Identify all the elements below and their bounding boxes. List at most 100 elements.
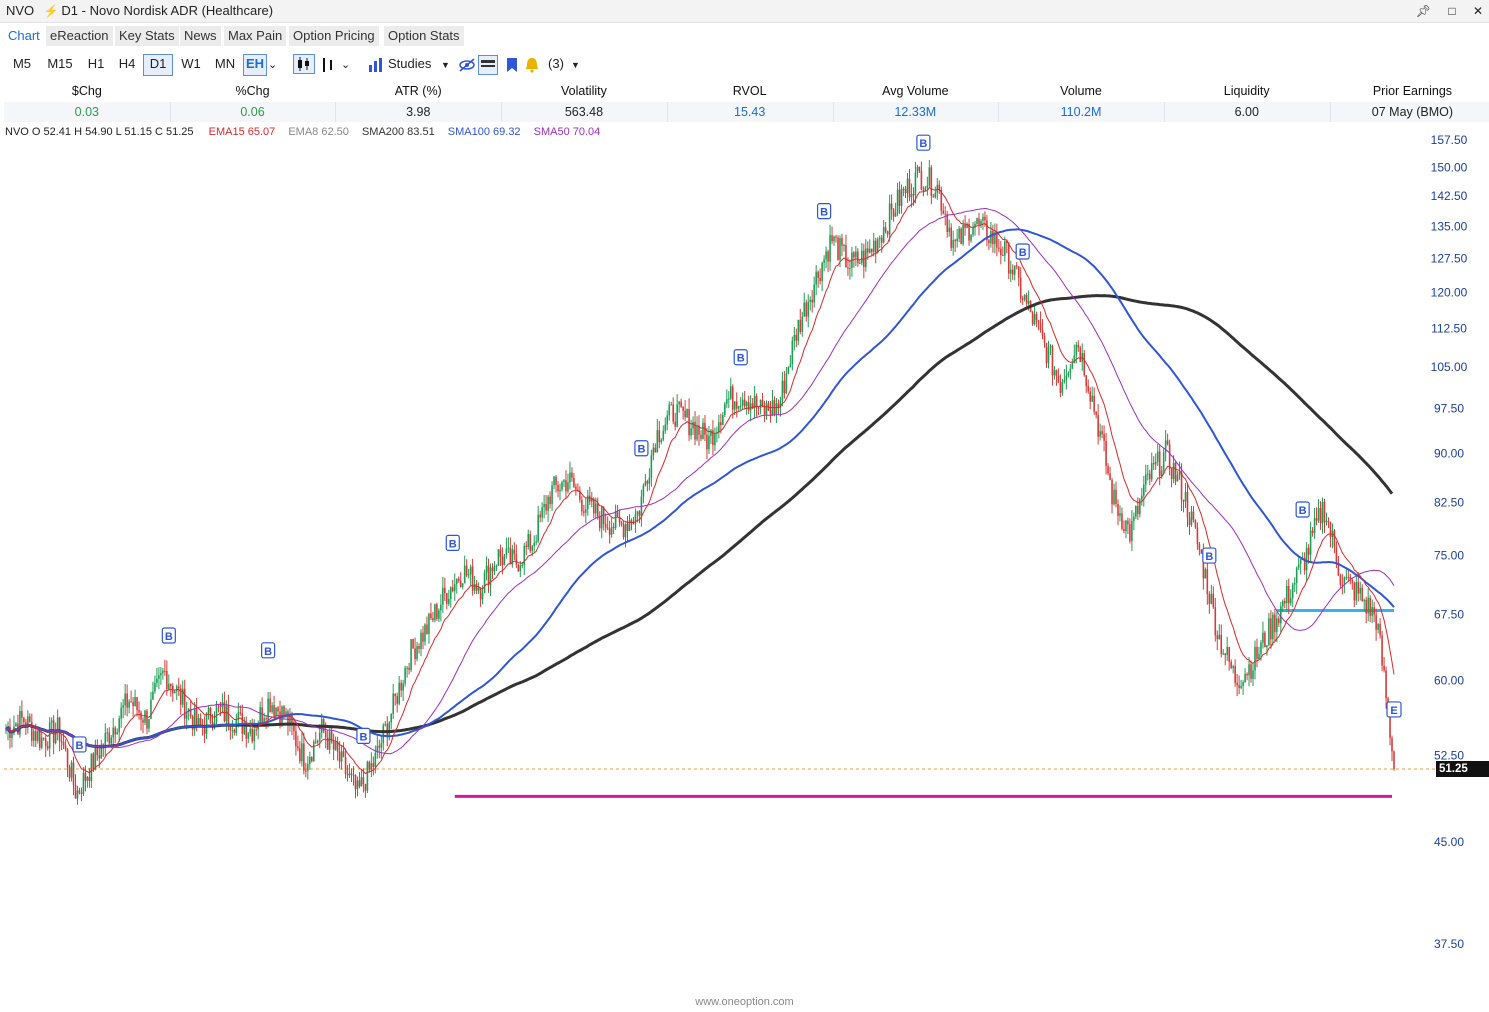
candle-body xyxy=(21,710,23,718)
candle-body xyxy=(775,403,778,415)
candle-body xyxy=(853,252,855,258)
candle-body xyxy=(1119,513,1121,516)
candle-body xyxy=(596,503,599,517)
candle-body xyxy=(1023,295,1026,300)
candle-body xyxy=(346,773,349,776)
price-tick-label: 150.00 xyxy=(1431,160,1468,174)
candle-body xyxy=(668,404,671,416)
candle-body xyxy=(1113,489,1115,505)
candle-body xyxy=(837,237,839,260)
candle-body xyxy=(652,447,655,456)
candle-body xyxy=(531,546,534,551)
candle-body xyxy=(1339,575,1342,585)
candle-body xyxy=(74,784,77,799)
buy-signal-label: B xyxy=(165,631,173,643)
candle-body xyxy=(227,705,230,726)
candle-body xyxy=(156,678,158,684)
candle-body xyxy=(906,178,909,194)
candle-body xyxy=(676,404,678,427)
candle-body xyxy=(1166,440,1169,445)
candle-body xyxy=(904,188,907,194)
candle-body xyxy=(823,259,825,263)
candle-body xyxy=(1021,298,1024,300)
candle-body xyxy=(1369,597,1371,616)
candle-body xyxy=(805,302,808,317)
candle-body xyxy=(561,482,563,490)
candle-body xyxy=(408,667,410,670)
candle-body xyxy=(674,421,676,427)
candle-body xyxy=(1325,520,1328,523)
candle-body xyxy=(442,587,444,605)
candle-body xyxy=(120,707,122,719)
candle-body xyxy=(624,523,627,538)
candle-body xyxy=(142,719,144,723)
candle-body xyxy=(402,683,404,691)
candle-body xyxy=(404,667,406,684)
price-tick-label: 82.50 xyxy=(1434,495,1464,509)
candle-body xyxy=(515,554,518,565)
candle-body xyxy=(628,520,631,531)
candle-body xyxy=(553,476,555,486)
candle-body xyxy=(958,228,960,239)
candle-body xyxy=(666,415,669,425)
candle-body xyxy=(1131,520,1133,542)
candle-body xyxy=(1137,505,1139,515)
candle-body xyxy=(1041,329,1044,336)
candle-body xyxy=(815,271,817,285)
candle-body xyxy=(430,613,432,619)
candle-body xyxy=(396,696,398,704)
candle-body xyxy=(519,565,522,572)
candle-body xyxy=(1105,440,1107,467)
candle-body xyxy=(1049,346,1052,348)
candle-body xyxy=(662,430,665,440)
price-tick-label: 120.00 xyxy=(1431,285,1468,299)
candle-body xyxy=(422,632,424,642)
candle-body xyxy=(1311,530,1314,534)
candle-body xyxy=(1280,606,1282,624)
candle-body xyxy=(507,547,510,549)
candle-body xyxy=(866,248,869,253)
buy-signal-label: B xyxy=(1205,551,1213,563)
candle-body xyxy=(1141,495,1143,500)
candle-body xyxy=(1385,670,1387,699)
candle-body xyxy=(539,514,541,518)
candle-body xyxy=(1158,451,1161,476)
candle-body xyxy=(1226,646,1229,656)
candle-body xyxy=(1103,434,1105,441)
candle-body xyxy=(19,710,21,735)
candle-body xyxy=(1109,473,1111,481)
candle-body xyxy=(1033,314,1036,325)
candle-body xyxy=(956,238,958,242)
candle-body xyxy=(44,738,47,747)
candle-body xyxy=(692,421,694,429)
price-tick-label: 75.00 xyxy=(1434,549,1464,563)
candle-body xyxy=(729,386,732,399)
candle-body xyxy=(275,707,277,716)
price-chart[interactable]: 157.50 150.00 142.50 135.00 127.50 120.00 112.… xyxy=(0,0,1489,1012)
candle-body xyxy=(684,410,686,418)
candle-body xyxy=(76,790,79,799)
candle-body xyxy=(495,565,498,567)
last-price-tag: 51.25 xyxy=(1436,760,1489,777)
candle-body xyxy=(1375,614,1377,630)
candle-body xyxy=(166,671,168,690)
candle-body xyxy=(944,213,947,215)
candle-body xyxy=(696,425,698,440)
candle-body xyxy=(606,527,609,529)
price-tick-label: 45.00 xyxy=(1434,835,1464,849)
candle-body xyxy=(483,572,486,593)
candle-body xyxy=(829,235,831,262)
candle-body xyxy=(1289,598,1292,604)
candle-body xyxy=(219,704,222,707)
candle-body xyxy=(1242,682,1244,686)
candle-body xyxy=(108,732,111,744)
candle-body xyxy=(263,718,265,723)
candle-body xyxy=(1150,463,1153,480)
candle-body xyxy=(1218,634,1221,640)
candle-body xyxy=(1230,661,1232,668)
candle-body xyxy=(239,712,242,714)
candle-body xyxy=(11,733,13,739)
price-tick-label: 127.50 xyxy=(1431,251,1468,265)
candle-body xyxy=(914,172,917,196)
candle-body xyxy=(36,730,39,741)
